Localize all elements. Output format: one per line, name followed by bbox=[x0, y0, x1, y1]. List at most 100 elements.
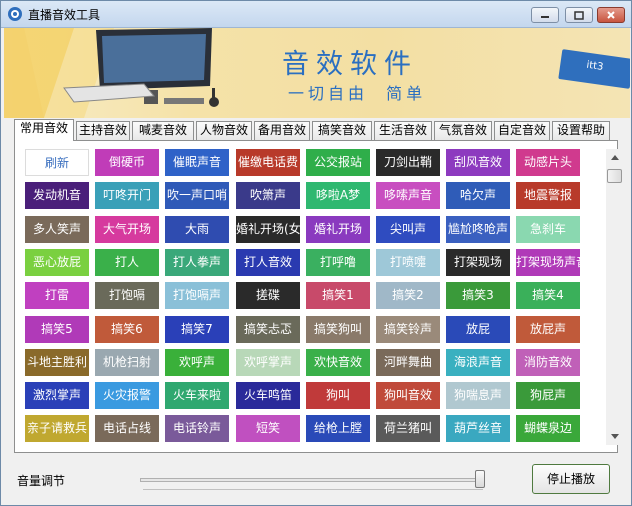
sound-button[interactable]: 刷新 bbox=[25, 149, 89, 176]
title-bar[interactable]: 直播音效工具 bbox=[1, 1, 631, 28]
sound-button[interactable]: 火车来啦 bbox=[165, 382, 229, 409]
sound-button[interactable]: 打人 bbox=[95, 249, 159, 276]
sound-button[interactable]: 打饱嗝声 bbox=[165, 282, 229, 309]
sound-button[interactable]: 打架现场声音 bbox=[516, 249, 580, 276]
minimize-button[interactable] bbox=[531, 7, 559, 23]
sound-button[interactable]: 刮风音效 bbox=[446, 149, 510, 176]
tab-3[interactable]: 喊麦音效 bbox=[132, 121, 194, 140]
sound-button[interactable]: 搞笑5 bbox=[25, 316, 89, 343]
sound-button[interactable]: 欢呼掌声 bbox=[236, 349, 300, 376]
sound-button[interactable]: 哈欠声 bbox=[446, 182, 510, 209]
sound-button[interactable]: 搞笑6 bbox=[95, 316, 159, 343]
sound-button[interactable]: 搞笑3 bbox=[446, 282, 510, 309]
sound-button[interactable]: 催眠声音 bbox=[165, 149, 229, 176]
tab-4[interactable]: 人物音效 bbox=[196, 121, 252, 140]
sound-button[interactable]: 急刹车 bbox=[516, 216, 580, 243]
sound-button[interactable]: 刀剑出鞘 bbox=[376, 149, 440, 176]
volume-slider-thumb[interactable] bbox=[475, 470, 485, 488]
sound-button[interactable]: 地震警报 bbox=[516, 182, 580, 209]
sound-button[interactable]: 打喷嚏 bbox=[376, 249, 440, 276]
sound-button[interactable]: 吹一声口哨 bbox=[165, 182, 229, 209]
tab-6[interactable]: 搞笑音效 bbox=[312, 121, 372, 140]
sound-button[interactable]: 短笑 bbox=[236, 415, 300, 442]
maximize-icon bbox=[574, 10, 584, 20]
scroll-down-button[interactable] bbox=[606, 428, 623, 445]
sound-button[interactable]: 机枪扫射 bbox=[95, 349, 159, 376]
sound-button[interactable]: 狗叫音效 bbox=[376, 382, 440, 409]
sound-button[interactable]: 激烈掌声 bbox=[25, 382, 89, 409]
scroll-up-button[interactable] bbox=[606, 149, 623, 166]
sound-button[interactable]: 恶心放屁 bbox=[25, 249, 89, 276]
sound-button[interactable]: 放屁声 bbox=[516, 316, 580, 343]
sound-button[interactable]: 消防音效 bbox=[516, 349, 580, 376]
vertical-scrollbar[interactable] bbox=[606, 149, 623, 445]
window-title: 直播音效工具 bbox=[28, 8, 101, 22]
sound-button[interactable]: 哆嗦声音 bbox=[376, 182, 440, 209]
tab-8[interactable]: 气氛音效 bbox=[434, 121, 492, 140]
sound-button[interactable]: 搞笑铃声 bbox=[376, 316, 440, 343]
sound-button-grid: 刷新 倒硬币 催眠声音 催缴电话费 公交报站 刀剑出鞘 刮风音效 动感片头发动机音 叮咚开门 吹一… bbox=[25, 149, 595, 449]
tab-1[interactable]: 常用音效 bbox=[14, 119, 74, 141]
tab-10[interactable]: 设置帮助 bbox=[552, 121, 610, 140]
scroll-down-icon bbox=[610, 434, 619, 439]
sound-button[interactable]: 打雷 bbox=[25, 282, 89, 309]
sound-button[interactable]: 打饱嗝 bbox=[95, 282, 159, 309]
sound-button[interactable]: 搞笑4 bbox=[516, 282, 580, 309]
sound-button[interactable]: 多人笑声 bbox=[25, 216, 89, 243]
sound-button[interactable]: 搞笑1 bbox=[306, 282, 370, 309]
sound-button[interactable]: 叮咚开门 bbox=[95, 182, 159, 209]
sound-button[interactable]: 催缴电话费 bbox=[236, 149, 300, 176]
sound-button[interactable]: 给枪上膛 bbox=[306, 415, 370, 442]
sound-button[interactable]: 发动机音 bbox=[25, 182, 89, 209]
sound-button[interactable]: 狗屁声 bbox=[516, 382, 580, 409]
sound-button[interactable]: 狗喘息声 bbox=[446, 382, 510, 409]
sound-button[interactable]: 海浪声音 bbox=[446, 349, 510, 376]
sound-button[interactable]: 搞笑狗叫 bbox=[306, 316, 370, 343]
tab-9[interactable]: 自定音效 bbox=[494, 121, 550, 140]
sound-button[interactable]: 搓碟 bbox=[236, 282, 300, 309]
sound-button[interactable]: 打人拳声 bbox=[165, 249, 229, 276]
sound-panel: 刷新 倒硬币 催眠声音 催缴电话费 公交报站 刀剑出鞘 刮风音效 动感片头发动机音 叮咚开门 吹一… bbox=[14, 140, 623, 453]
sound-button[interactable]: 电话铃声 bbox=[165, 415, 229, 442]
sound-button[interactable]: 打架现场 bbox=[446, 249, 510, 276]
sound-button[interactable]: 大气开场 bbox=[95, 216, 159, 243]
sound-button[interactable]: 欢快音效 bbox=[306, 349, 370, 376]
sound-button[interactable]: 蝴蝶泉边 bbox=[516, 415, 580, 442]
sound-button[interactable]: 荷兰猪叫 bbox=[376, 415, 440, 442]
sound-button[interactable]: 狗叫 bbox=[306, 382, 370, 409]
sound-button[interactable]: 河畔舞曲 bbox=[376, 349, 440, 376]
sound-button[interactable]: 婚礼开场 bbox=[306, 216, 370, 243]
sound-button[interactable]: 哆啦A梦 bbox=[306, 182, 370, 209]
sound-button[interactable]: 搞笑7 bbox=[165, 316, 229, 343]
sound-button[interactable]: 打人音效 bbox=[236, 249, 300, 276]
sound-button[interactable]: 葫芦丝音 bbox=[446, 415, 510, 442]
sound-button[interactable]: 搞笑2 bbox=[376, 282, 440, 309]
sound-button[interactable]: 火灾报警 bbox=[95, 382, 159, 409]
sound-button[interactable]: 放屁 bbox=[446, 316, 510, 343]
sound-button[interactable]: 斗地主胜利 bbox=[25, 349, 89, 376]
sound-button[interactable]: 欢呼声 bbox=[165, 349, 229, 376]
sound-button[interactable]: 公交报站 bbox=[306, 149, 370, 176]
maximize-button[interactable] bbox=[565, 7, 593, 23]
sound-button[interactable]: 动感片头 bbox=[516, 149, 580, 176]
sound-button[interactable]: 电话占线 bbox=[95, 415, 159, 442]
sound-button[interactable]: 亲子请救兵 bbox=[25, 415, 89, 442]
banner: 音效软件 一切自由 简单 itt3 bbox=[4, 28, 630, 118]
sound-button[interactable]: 大雨 bbox=[165, 216, 229, 243]
banner-badge: itt3 bbox=[558, 49, 630, 89]
sound-button[interactable]: 倒硬币 bbox=[95, 149, 159, 176]
stop-playback-button[interactable]: 停止播放 bbox=[532, 464, 610, 494]
sound-button[interactable]: 打呼噜 bbox=[306, 249, 370, 276]
volume-slider-track[interactable] bbox=[140, 478, 484, 482]
sound-button[interactable]: 婚礼开场(女声) bbox=[236, 216, 300, 243]
sound-button[interactable]: 搞笑忐忑 bbox=[236, 316, 300, 343]
scroll-thumb[interactable] bbox=[607, 169, 622, 183]
tab-7[interactable]: 生活音效 bbox=[374, 121, 432, 140]
sound-button[interactable]: 尴尬咚呛声 bbox=[446, 216, 510, 243]
tab-2[interactable]: 主持音效 bbox=[76, 121, 130, 140]
close-button[interactable] bbox=[597, 7, 625, 23]
sound-button[interactable]: 尖叫声 bbox=[376, 216, 440, 243]
sound-button[interactable]: 火车鸣笛 bbox=[236, 382, 300, 409]
tab-5[interactable]: 备用音效 bbox=[254, 121, 310, 140]
sound-button[interactable]: 吹箫声 bbox=[236, 182, 300, 209]
